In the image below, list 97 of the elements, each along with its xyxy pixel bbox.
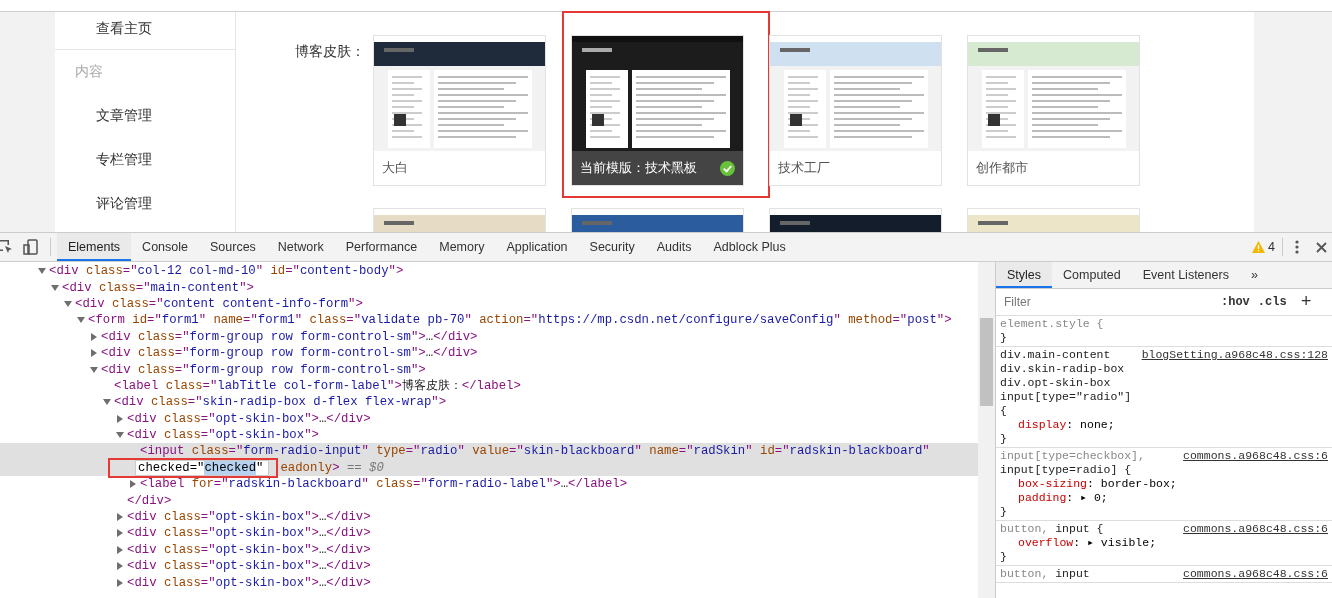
- stylesheet-link[interactable]: commons.a968c48.css:6: [1183, 567, 1328, 581]
- sidebar-item[interactable]: 专栏管理: [96, 151, 152, 169]
- sidebar-item[interactable]: 评论管理: [96, 195, 152, 213]
- scrollbar[interactable]: [978, 262, 996, 598]
- css-selector: button,: [1000, 522, 1049, 536]
- expand-arrow-icon[interactable]: [116, 578, 124, 587]
- collapse-arrow-icon[interactable]: [90, 365, 98, 374]
- stylesheet-link[interactable]: blogSetting.a968c48.css:128: [1141, 348, 1328, 362]
- css-selector: input {: [1055, 522, 1104, 536]
- warning-icon: [1252, 241, 1266, 253]
- expand-arrow-icon[interactable]: [129, 480, 137, 489]
- attribute-edit-field[interactable]: checked="checked": [136, 460, 269, 475]
- more-tabs-button[interactable]: »: [1239, 262, 1269, 288]
- skin-card[interactable]: 当前模版：技术黑板: [571, 35, 744, 186]
- sidebar-item[interactable]: 文章管理: [96, 107, 152, 125]
- stylesheet-link[interactable]: commons.a968c48.css:6: [1183, 449, 1328, 463]
- skin-name: 创作都市: [976, 159, 1028, 177]
- expand-arrow-icon[interactable]: [116, 513, 124, 522]
- css-selector: input: [1055, 567, 1090, 581]
- collapse-arrow-icon[interactable]: [103, 398, 111, 407]
- devtools-tab[interactable]: Sources: [199, 233, 267, 261]
- devtools-tab[interactable]: Network: [266, 233, 335, 261]
- skin-name: 技术工厂: [778, 159, 830, 177]
- expand-arrow-icon[interactable]: [116, 529, 124, 538]
- skin-card[interactable]: 技术工厂: [769, 35, 942, 186]
- css-selector: element.style {: [1000, 317, 1104, 331]
- expand-arrow-icon[interactable]: [116, 414, 124, 423]
- device-toolbar-icon[interactable]: [23, 239, 39, 255]
- skin-card[interactable]: 创作都市: [967, 35, 1140, 186]
- expand-arrow-icon[interactable]: [90, 349, 98, 358]
- new-rule-button[interactable]: +: [1300, 292, 1312, 312]
- css-property: padding: ▸ 0;: [1017, 491, 1109, 505]
- css-selector: input[type=radio] {: [1000, 463, 1132, 477]
- css-property: box-sizing: border-box;: [1017, 477, 1178, 491]
- collapse-arrow-icon[interactable]: [77, 316, 85, 325]
- dom-node-line[interactable]: <div class="opt-skin-box">…</div>: [0, 410, 978, 427]
- close-icon[interactable]: [1316, 241, 1327, 253]
- closing-brace: }: [1000, 331, 1007, 344]
- devtools-tab[interactable]: Elements: [57, 233, 132, 261]
- closing-brace: }: [1000, 550, 1007, 563]
- dom-node-line[interactable]: <div class="opt-skin-box">…</div>: [0, 574, 978, 591]
- closing-brace: }: [1000, 432, 1007, 445]
- css-property: overflow: ▸ visible;: [1017, 536, 1158, 550]
- warning-count: 4: [1268, 240, 1275, 254]
- dom-node-line[interactable]: <div class="skin-radip-box d-flex flex-wrap">: [0, 394, 978, 411]
- dom-node-line[interactable]: <div class="opt-skin-box">…</div>: [0, 508, 978, 526]
- hover-state-toggle[interactable]: :hov: [1221, 295, 1250, 309]
- styles-tab[interactable]: Styles: [996, 262, 1053, 288]
- expand-arrow-icon[interactable]: [116, 562, 124, 571]
- dom-node-line[interactable]: </div>: [0, 492, 978, 509]
- skin-card[interactable]: 大白: [373, 35, 546, 186]
- skin-name: 当前模版：技术黑板: [580, 159, 697, 177]
- devtools-tab[interactable]: Console: [131, 233, 199, 261]
- collapse-arrow-icon[interactable]: [51, 283, 59, 292]
- skin-name: 大白: [382, 159, 408, 177]
- devtools-tab[interactable]: Performance: [334, 233, 429, 261]
- styles-tab[interactable]: Event Listeners: [1131, 262, 1240, 288]
- dom-node-line[interactable]: <div class="opt-skin-box">…</div>: [0, 558, 978, 575]
- devtools-tab[interactable]: Application: [495, 233, 579, 261]
- dom-node-line[interactable]: <div class="main-content">: [0, 279, 978, 296]
- dom-node-line[interactable]: <div class="form-group row form-control-sm">…</div>: [0, 328, 978, 345]
- closing-brace: }: [1000, 505, 1007, 518]
- devtools-tab[interactable]: Adblock Plus: [702, 233, 797, 261]
- sidebar-section-header: 内容: [75, 63, 103, 81]
- class-toggle[interactable]: .cls: [1257, 295, 1287, 309]
- dom-node-line[interactable]: <div class="content content-info-form">: [0, 295, 978, 313]
- sidebar-item[interactable]: 查看主页: [96, 20, 152, 38]
- field-label: 博客皮肤：: [295, 43, 365, 59]
- expand-arrow-icon[interactable]: [90, 332, 98, 341]
- dom-node-text: eadonly> == $0: [280, 460, 384, 475]
- collapse-arrow-icon[interactable]: [64, 299, 72, 308]
- dom-node-line[interactable]: <form id="form1" name="form1" class="validate pb-70" action="https://mp.csdn.net/configure/saveConfig" method="post">: [0, 312, 978, 329]
- collapse-arrow-icon[interactable]: [116, 431, 124, 440]
- dom-node-line[interactable]: <div class="form-group row form-control-sm">…</div>: [0, 344, 978, 362]
- expand-arrow-icon[interactable]: [116, 545, 124, 554]
- devtools-tab[interactable]: Memory: [428, 233, 496, 261]
- collapse-arrow-icon[interactable]: [38, 267, 46, 276]
- css-selector: div.main-content div.skin-radip-box div.opt-skin-box input[type="radio"] {: [1000, 348, 1133, 418]
- inspect-icon[interactable]: [0, 239, 13, 255]
- devtools-tab[interactable]: Security: [578, 233, 646, 261]
- check-circle-icon: [720, 160, 735, 176]
- dom-node-line[interactable]: <div class="opt-skin-box">…</div>: [0, 541, 978, 559]
- dom-node-line[interactable]: <label class="labTitle col-form-label">博客皮肤：</label>: [0, 377, 978, 395]
- selected-dom-node[interactable]: <input class="form-radio-input" type="radio" value="skin-blackboard" name="radSkin" id="radskin-blackboard" checked="checked" eadonly> == $0: [0, 443, 978, 477]
- css-selector: input[type=checkbox],: [1000, 449, 1145, 463]
- dom-node-line[interactable]: <div class="form-group row form-control-sm">: [0, 361, 978, 378]
- dom-node-line[interactable]: <div class="opt-skin-box">: [0, 426, 978, 444]
- stylesheet-link[interactable]: commons.a968c48.css:6: [1183, 522, 1328, 536]
- more-menu-icon[interactable]: [1295, 240, 1299, 254]
- styles-tab[interactable]: Computed: [1052, 262, 1132, 288]
- css-selector: button,: [1000, 567, 1049, 581]
- dom-node-text: <input class="form-radio-input" type="radio" value="skin-blackboard" name="radSkin" id="radskin-blackboard": [140, 444, 930, 459]
- dom-node-line[interactable]: <div class="col-12 col-md-10" id="content-body">: [0, 263, 978, 280]
- dom-node-line[interactable]: <label for="radskin-blackboard" class="form-radio-label">…</label>: [0, 476, 978, 493]
- devtools-tab[interactable]: Audits: [645, 233, 703, 261]
- css-property: display: none;: [1017, 418, 1116, 432]
- dom-node-line[interactable]: <div class="opt-skin-box">…</div>: [0, 525, 978, 542]
